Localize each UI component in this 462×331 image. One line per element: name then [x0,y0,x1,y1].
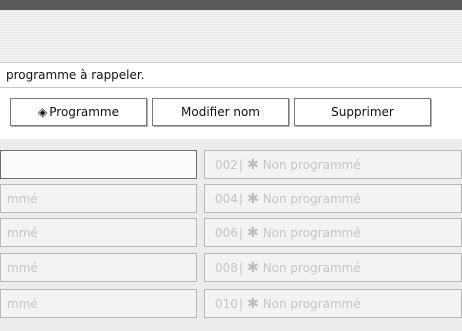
slot-label: Non programmé [262,296,361,311]
asterisk-icon: ✱ [246,259,259,276]
program-slot[interactable]: mmé [0,184,197,213]
slot-label: mmé [7,191,38,206]
program-slot[interactable]: mmé [0,289,197,318]
program-slot[interactable]: 010 | ✱ Non programmé [204,289,462,318]
divider [0,87,462,88]
program-tab-label: Programme [49,105,119,119]
program-slot[interactable]: 002 | ✱ Non programmé [204,150,462,179]
program-slot[interactable]: mmé [0,253,197,282]
slot-number: 008 [215,260,238,275]
delete-button-label: Supprimer [331,105,394,119]
slot-label: mmé [7,296,38,311]
asterisk-icon: ✱ [246,190,259,207]
slot-number: 010 [215,296,238,311]
program-tab-button[interactable]: ◈ Programme [10,98,147,126]
program-slot[interactable] [0,150,197,179]
asterisk-icon: ✱ [246,295,259,312]
slot-separator: | [238,225,243,240]
delete-button[interactable]: Supprimer [294,98,431,126]
slot-label: Non programmé [262,225,361,240]
slot-separator: | [238,296,243,311]
slot-label: Non programmé [262,191,361,206]
slot-label: mmé [7,225,38,240]
program-slot[interactable]: 006 | ✱ Non programmé [204,218,462,247]
instruction-text: programme à rappeler. [6,68,145,82]
title-bar [0,0,462,10]
slot-number: 004 [215,191,238,206]
program-slot[interactable]: 004 | ✱ Non programmé [204,184,462,213]
slot-label: mmé [7,260,38,275]
slot-separator: | [238,157,243,172]
slot-label: Non programmé [262,157,361,172]
rename-button-label: Modifier nom [181,105,260,119]
program-slot[interactable]: mmé [0,218,197,247]
slot-number: 006 [215,225,238,240]
header-area [0,10,462,63]
program-slot[interactable]: 008 | ✱ Non programmé [204,253,462,282]
slot-separator: | [238,260,243,275]
asterisk-icon: ✱ [246,224,259,241]
slot-label: Non programmé [262,260,361,275]
diamond-arrow-icon: ◈ [38,105,48,119]
slot-number: 002 [215,157,238,172]
slot-separator: | [238,191,243,206]
asterisk-icon: ✱ [246,156,259,173]
rename-button[interactable]: Modifier nom [152,98,289,126]
